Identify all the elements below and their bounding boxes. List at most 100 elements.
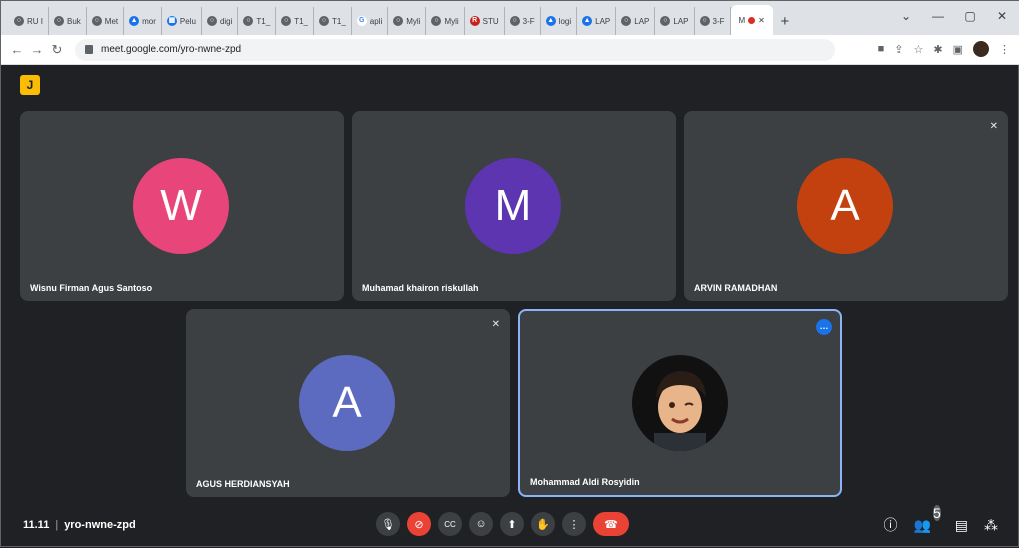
globe-icon: ○ bbox=[281, 16, 292, 26]
participant-tile[interactable]: ✕ A AGUS HERDIANSYAH bbox=[186, 309, 510, 497]
menu-icon[interactable]: ⋮ bbox=[999, 43, 1010, 56]
window-controls: ⌄ — ▢ ✕ bbox=[890, 1, 1018, 31]
tab-label: Met bbox=[104, 16, 119, 26]
raise-hand-button[interactable]: ✋ bbox=[531, 512, 555, 536]
people-icon[interactable]: 👥5 bbox=[914, 504, 941, 534]
globe-icon: ○ bbox=[318, 16, 329, 26]
mic-off-icon: ✕ bbox=[491, 319, 500, 330]
tab-label: T1_ bbox=[331, 16, 346, 26]
participant-name: ARVIN RAMADHAN bbox=[694, 283, 778, 293]
globe-icon: ○ bbox=[243, 16, 254, 26]
meeting-details-icon[interactable]: ⓘ bbox=[884, 515, 898, 535]
browser-tab[interactable]: ○ 3-F bbox=[695, 7, 731, 35]
globe-icon: ○ bbox=[660, 16, 671, 26]
meeting-controls-bar: 11.11 | yro-nwne-zpd 🎙 ⊘ CC ☺ ⬆ ✋ ⋮ ☎ ⓘ 👥5… bbox=[1, 504, 1019, 548]
maximize-button[interactable]: ▢ bbox=[954, 9, 986, 23]
toolbar-right: ■ ⇪ ☆ ✱ ▣ ⋮ bbox=[878, 41, 1010, 57]
participant-avatar: M bbox=[465, 158, 561, 254]
browser-tab[interactable]: R STU bbox=[465, 7, 505, 35]
participant-avatar: A bbox=[299, 355, 395, 451]
browser-tab[interactable]: ○ digi bbox=[202, 7, 239, 35]
globe-icon: ○ bbox=[54, 16, 64, 26]
participant-name: Wisnu Firman Agus Santoso bbox=[30, 283, 153, 293]
browser-tab[interactable]: ▲ LAP bbox=[577, 7, 617, 35]
browser-tab[interactable]: ○ T1_ bbox=[276, 7, 314, 35]
browser-tab[interactable]: ○ Myli bbox=[426, 7, 465, 35]
close-window-button[interactable]: ✕ bbox=[986, 9, 1018, 23]
globe-icon: ○ bbox=[14, 16, 24, 26]
tab-label: LAP bbox=[634, 16, 650, 26]
participant-tile[interactable]: M Muhamad khairon riskullah bbox=[352, 111, 676, 301]
more-options-button[interactable]: ⋮ bbox=[562, 512, 586, 536]
more-options-icon[interactable]: … bbox=[816, 319, 832, 335]
browser-tab[interactable]: ▲ mor bbox=[124, 7, 162, 35]
tab-label: LAP bbox=[673, 16, 689, 26]
tab-label: LAP bbox=[595, 16, 611, 26]
tab-label: Myli bbox=[406, 16, 421, 26]
globe-icon: ○ bbox=[509, 16, 520, 26]
browser-tab[interactable]: Gapli bbox=[352, 7, 389, 35]
tab-strip: ○ RU I ○ Buk ○ Met ▲ mor ▦ Pelu ○ digi ○ T1_ ○ T1_ ○ T1_ G… bbox=[1, 1, 1019, 35]
address-bar[interactable]: meet.google.com/yro-nwne-zpd bbox=[75, 38, 835, 61]
emoji-button[interactable]: ☺ bbox=[469, 512, 493, 536]
share-icon[interactable]: ⇪ bbox=[894, 43, 903, 56]
browser-tab[interactable]: ○ LAP bbox=[655, 7, 695, 35]
tab-label: Pelu bbox=[179, 16, 196, 26]
end-call-button[interactable]: ☎ bbox=[593, 512, 629, 536]
forward-icon[interactable]: → bbox=[27, 42, 47, 57]
memoji-image bbox=[654, 371, 706, 451]
browser-tab[interactable]: ○ 3-F bbox=[505, 7, 541, 35]
browser-tab[interactable]: ○ Met bbox=[87, 7, 125, 35]
bookmark-star-icon[interactable]: ☆ bbox=[914, 43, 924, 56]
meeting-time: 11.11 bbox=[23, 519, 50, 531]
tab-label: STU bbox=[482, 16, 499, 26]
captions-button[interactable]: CC bbox=[438, 512, 462, 536]
browser-tab-active[interactable]: M ✕ bbox=[730, 5, 773, 35]
browser-tab[interactable]: ○ LAP bbox=[616, 7, 656, 35]
browser-tab[interactable]: ○ RU I bbox=[9, 7, 49, 35]
tab-label: apli bbox=[369, 16, 383, 26]
meeting-code: yro-nwne-zpd bbox=[64, 519, 136, 531]
tab-label: digi bbox=[219, 16, 233, 26]
tab-search-icon[interactable]: ⌄ bbox=[890, 9, 922, 23]
participant-name: AGUS HERDIANSYAH bbox=[196, 479, 290, 489]
camera-off-button[interactable]: ⊘ bbox=[407, 512, 431, 536]
browser-tab[interactable]: ○ Myli bbox=[388, 7, 427, 35]
tab-label: T1_ bbox=[294, 16, 308, 26]
browser-tab[interactable]: ▲ logi bbox=[541, 7, 578, 35]
browser-window: ○ RU I ○ Buk ○ Met ▲ mor ▦ Pelu ○ digi ○ T1_ ○ T1_ ○ T1_ G… bbox=[0, 0, 1019, 547]
participant-avatar: W bbox=[133, 158, 229, 254]
reload-icon[interactable]: ↻ bbox=[47, 42, 67, 58]
browser-tab[interactable]: ○ Buk bbox=[49, 7, 87, 35]
r-icon: R bbox=[469, 16, 480, 26]
side-panel-icon[interactable]: ▣ bbox=[953, 43, 963, 56]
url-text: meet.google.com/yro-nwne-zpd bbox=[101, 44, 242, 55]
mic-off-icon: ✕ bbox=[989, 121, 998, 132]
globe-icon: ○ bbox=[431, 16, 442, 26]
activities-icon[interactable]: ⁂ bbox=[984, 517, 998, 534]
tab-label: Myli bbox=[444, 16, 459, 26]
profile-avatar[interactable] bbox=[973, 41, 989, 57]
chat-icon[interactable]: ▤ bbox=[955, 517, 968, 534]
participant-name: Mohammad Aldi Rosyidin bbox=[530, 477, 640, 487]
present-screen-button[interactable]: ⬆ bbox=[500, 512, 524, 536]
close-tab-icon[interactable]: ✕ bbox=[758, 16, 765, 25]
tab-label: 3-F bbox=[522, 16, 535, 26]
tab-label: Buk bbox=[67, 16, 81, 26]
participant-tile[interactable]: ✕ A ARVIN RAMADHAN bbox=[684, 111, 1008, 301]
browser-tab[interactable]: ○ T1_ bbox=[238, 7, 277, 35]
participant-tile-self[interactable]: … Mohammad Aldi Rosyidin bbox=[518, 309, 842, 497]
extensions-icon[interactable]: ✱ bbox=[933, 43, 942, 56]
tab-label: RU I bbox=[27, 16, 43, 26]
microphone-button[interactable]: 🎙 bbox=[376, 512, 400, 536]
browser-tab[interactable]: ▦ Pelu bbox=[162, 7, 202, 35]
meeting-info: 11.11 | yro-nwne-zpd bbox=[23, 519, 136, 531]
meet-logo-icon: J bbox=[20, 75, 40, 95]
browser-tab[interactable]: ○ T1_ bbox=[314, 7, 352, 35]
participant-tile[interactable]: W Wisnu Firman Agus Santoso bbox=[20, 111, 344, 301]
globe-icon: ○ bbox=[91, 16, 102, 26]
new-tab-button[interactable]: + bbox=[773, 7, 797, 35]
back-icon[interactable]: ← bbox=[7, 42, 27, 57]
camera-indicator-icon[interactable]: ■ bbox=[878, 43, 885, 55]
minimize-button[interactable]: — bbox=[922, 9, 954, 23]
